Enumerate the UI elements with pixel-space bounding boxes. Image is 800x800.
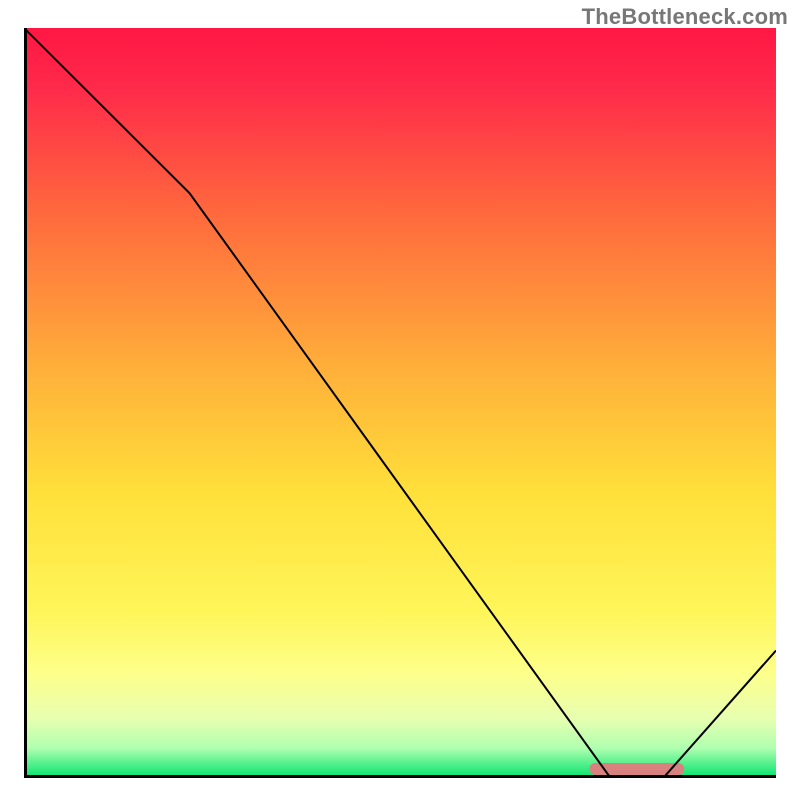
chart-container: TheBottleneck.com [0, 0, 800, 800]
axes-frame [24, 28, 776, 778]
watermark-text: TheBottleneck.com [582, 4, 788, 30]
